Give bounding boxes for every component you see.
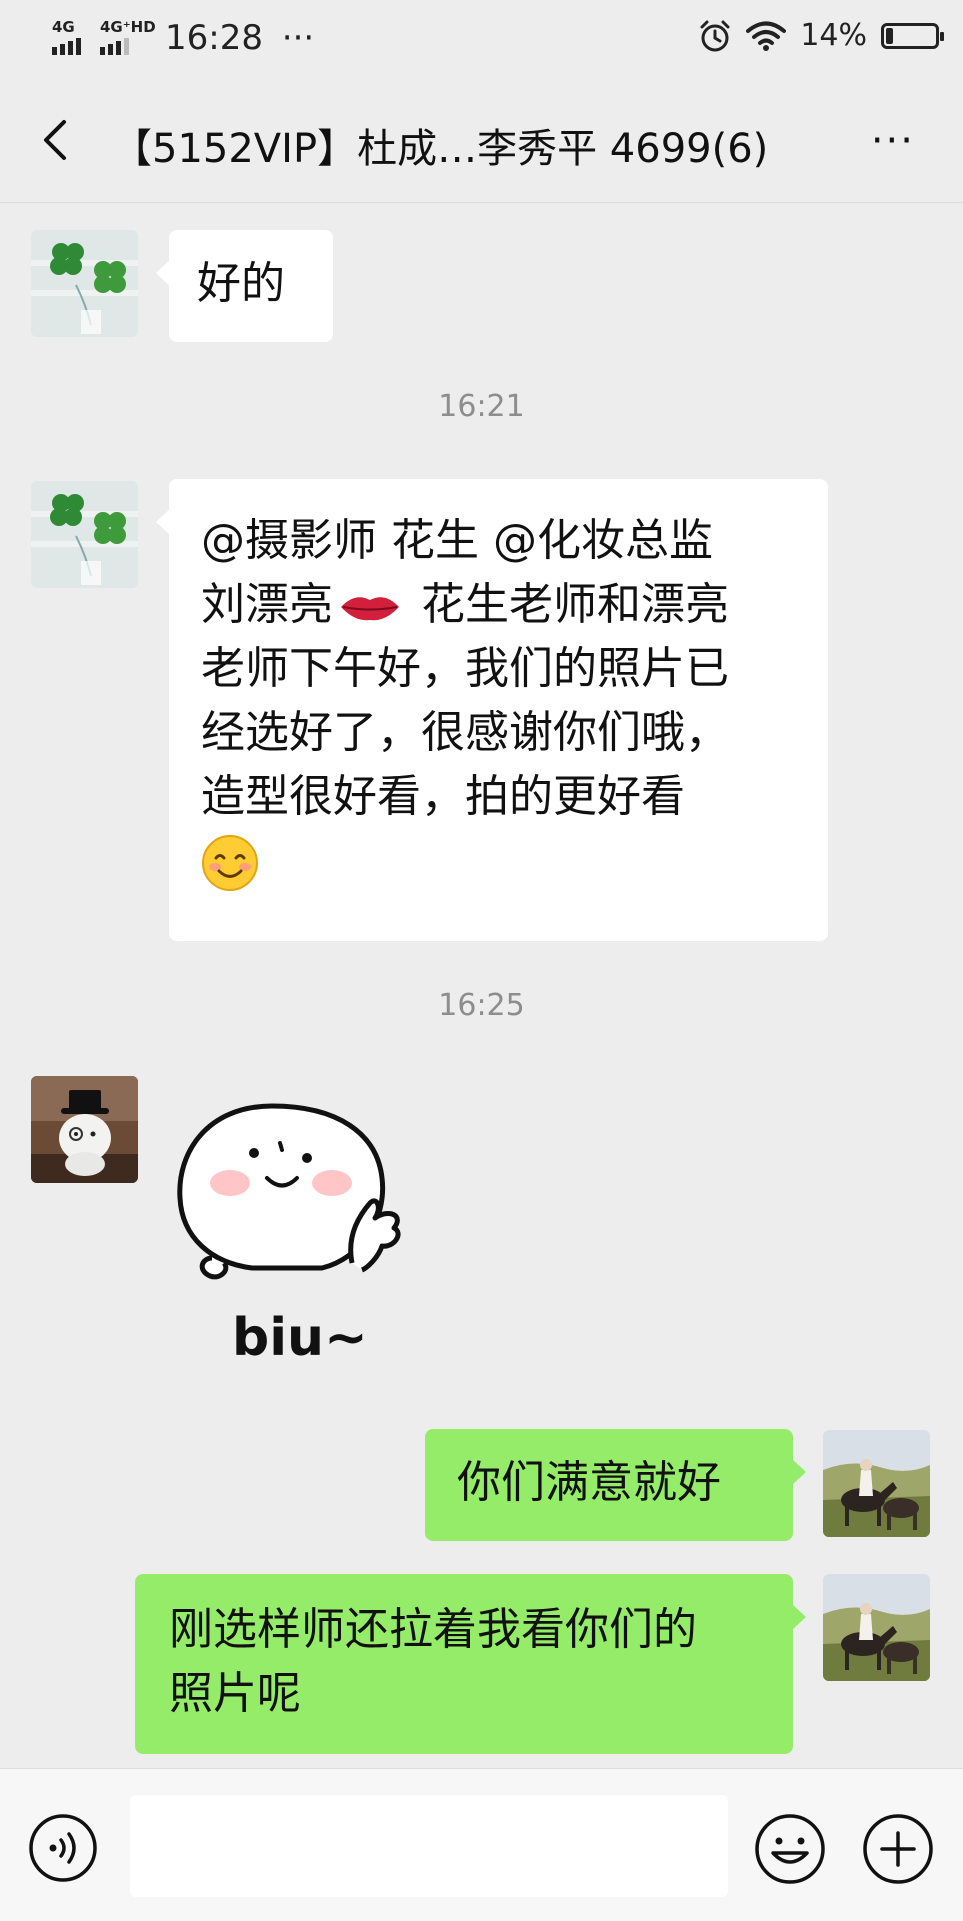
- message-input[interactable]: [130, 1795, 728, 1897]
- lips-emoji-icon: [341, 597, 399, 621]
- timestamp: 16:25: [438, 988, 525, 1023]
- sticker-biu[interactable]: [172, 1098, 422, 1318]
- battery-percent: 14%: [800, 18, 867, 53]
- wifi-icon: [746, 21, 787, 51]
- message-bubble-outgoing[interactable]: 刚选样师还拉着我看你们的 照片呢: [135, 1574, 806, 1754]
- network-label-1: 4G: [52, 18, 75, 36]
- avatar-clover[interactable]: [31, 481, 138, 588]
- message-text: 花生老师和漂亮: [407, 579, 729, 630]
- message-line: [201, 829, 796, 893]
- emoji-icon[interactable]: [754, 1813, 826, 1885]
- avatar-dog-tophat[interactable]: [31, 1076, 138, 1183]
- signal-bars-icon: [100, 38, 156, 55]
- message-line: @摄影师 花生 @化妆总监: [201, 515, 713, 566]
- message-bubble-outgoing[interactable]: 你们满意就好: [425, 1429, 806, 1541]
- alarm-icon: [700, 20, 730, 51]
- message-line: 刚选样师还拉着我看你们的: [169, 1604, 697, 1655]
- message-line: 造型很好看，拍的更好看: [201, 771, 685, 822]
- avatar-horse-rider[interactable]: [823, 1430, 930, 1537]
- chat-title[interactable]: 【5152VIP】杜成…李秀平 4699(6): [112, 116, 768, 174]
- clock-time: 16:28: [165, 18, 263, 58]
- avatar-horse-rider[interactable]: [823, 1574, 930, 1681]
- status-right-group: 14%: [698, 18, 944, 53]
- sticker-caption: biu~: [232, 1308, 368, 1368]
- signal-bars-icon: [52, 38, 81, 55]
- battery-fill: [886, 27, 893, 44]
- smile-emoji-icon: [202, 835, 258, 891]
- message-line: 经选好了，很感谢你们哦，: [201, 707, 729, 758]
- voice-icon[interactable]: [28, 1813, 98, 1883]
- avatar-clover[interactable]: [31, 230, 138, 337]
- message-bubble-incoming[interactable]: @摄影师 花生 @化妆总监 刘漂亮 花生老师和漂亮 老师下午好，我们的照片已 经…: [156, 479, 828, 941]
- chat-header: 【5152VIP】杜成…李秀平 4699(6) ···: [0, 78, 963, 203]
- signal-4g-1: 4G: [52, 18, 81, 55]
- message-list[interactable]: 好的 16:21 @摄影师 花生 @化妆总监 刘漂亮 花生老师和漂亮 老师下午好…: [0, 203, 963, 1768]
- clock: 16:28 ···: [165, 18, 314, 58]
- notification-dots: ···: [281, 18, 315, 58]
- message-text: 刘漂亮: [201, 579, 333, 630]
- message-bubble-incoming[interactable]: 好的: [156, 230, 333, 342]
- more-icon[interactable]: ···: [871, 118, 915, 164]
- input-bar: [0, 1768, 963, 1921]
- message-line: 刘漂亮 花生老师和漂亮: [201, 573, 796, 637]
- message-line: 老师下午好，我们的照片已: [201, 643, 729, 694]
- back-arrow-icon[interactable]: [30, 110, 90, 170]
- battery-icon: [881, 22, 944, 49]
- timestamp: 16:21: [438, 389, 525, 424]
- signal-4g-2: 4G⁺HD: [100, 18, 156, 55]
- plus-icon[interactable]: [862, 1813, 934, 1885]
- message-text: 你们满意就好: [457, 1457, 721, 1508]
- status-bar: 4G 4G⁺HD 16:28 ··· 14%: [0, 0, 963, 78]
- message-text: 好的: [197, 258, 285, 309]
- message-line: 照片呢: [169, 1668, 301, 1719]
- network-label-2: 4G⁺HD: [100, 18, 156, 36]
